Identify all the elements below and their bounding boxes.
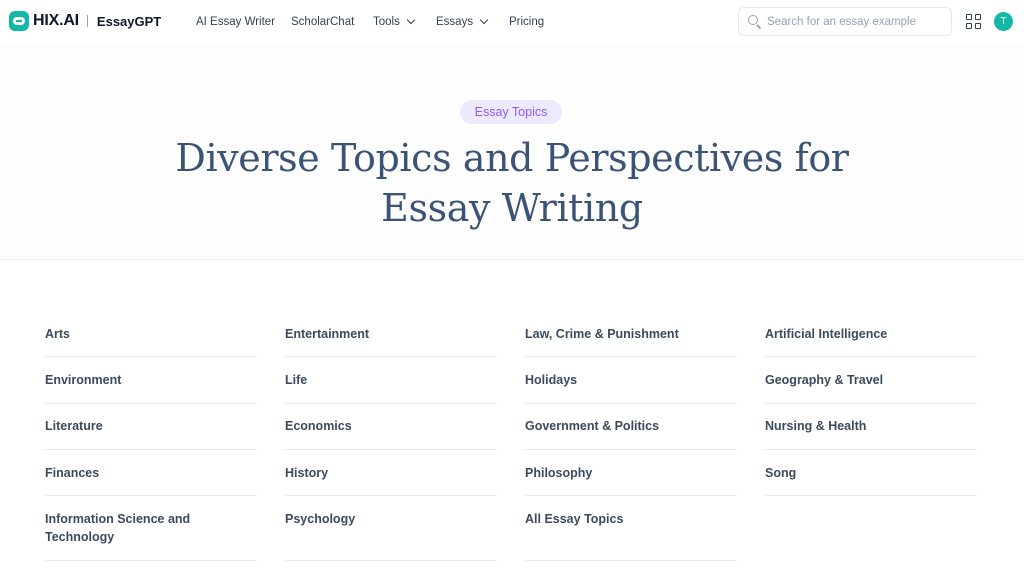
- topic-link-government-politics[interactable]: Government & Politics: [525, 417, 737, 450]
- brand-logo[interactable]: HIX.AI EssayGPT: [9, 11, 161, 31]
- nav-dropdown-tools-label: Tools: [373, 16, 400, 28]
- hix-logo-icon: [9, 11, 29, 31]
- hero-section: Essay Topics Diverse Topics and Perspect…: [0, 44, 1024, 260]
- topic-link-geography-travel[interactable]: Geography & Travel: [765, 371, 977, 404]
- page-title-line-1: Diverse Topics and Perspectives for: [175, 136, 849, 180]
- brand-name: HIX.AI: [33, 12, 79, 29]
- topic-link-literature[interactable]: Literature: [45, 417, 257, 450]
- search-box[interactable]: [738, 7, 952, 36]
- nav-link-ai-essay-writer[interactable]: AI Essay Writer: [196, 14, 275, 30]
- topic-link-arts[interactable]: Arts: [45, 325, 257, 357]
- topic-link-entertainment[interactable]: Entertainment: [285, 325, 497, 357]
- nav-dropdown-essays-label: Essays: [436, 16, 474, 28]
- topic-link-information-science[interactable]: Information Science and Technology: [45, 510, 257, 561]
- topic-link-all-essay-topics[interactable]: All Essay Topics: [525, 510, 737, 561]
- page-title: Diverse Topics and Perspectives for Essa…: [112, 133, 912, 233]
- topic-link-nursing-health[interactable]: Nursing & Health: [765, 417, 977, 450]
- topic-link-psychology[interactable]: Psychology: [285, 510, 497, 561]
- topic-link-holidays[interactable]: Holidays: [525, 371, 737, 404]
- brand-divider: [86, 15, 88, 27]
- nav-link-scholarchat[interactable]: ScholarChat: [291, 14, 354, 30]
- chevron-down-icon: [479, 15, 489, 25]
- topic-link-life[interactable]: Life: [285, 371, 497, 404]
- topic-link-environment[interactable]: Environment: [45, 371, 257, 404]
- topic-link-economics[interactable]: Economics: [285, 417, 497, 450]
- nav-link-pricing[interactable]: Pricing: [509, 14, 544, 30]
- nav-dropdown-essays[interactable]: Essays: [436, 14, 489, 30]
- topic-link-law-crime-punishment[interactable]: Law, Crime & Punishment: [525, 325, 737, 357]
- top-navigation-bar: HIX.AI EssayGPT AI Essay Writer ScholarC…: [0, 0, 1024, 44]
- search-icon: [748, 15, 762, 29]
- apps-grid-icon[interactable]: [966, 14, 981, 29]
- nav-dropdown-tools[interactable]: Tools: [373, 14, 416, 30]
- search-input[interactable]: [767, 15, 947, 28]
- topic-link-song[interactable]: Song: [765, 464, 977, 496]
- essay-topics-badge: Essay Topics: [460, 100, 562, 124]
- topic-link-artificial-intelligence[interactable]: Artificial Intelligence: [765, 325, 977, 357]
- page-title-line-2: Essay Writing: [381, 186, 643, 230]
- topic-link-philosophy[interactable]: Philosophy: [525, 464, 737, 496]
- topic-link-history[interactable]: History: [285, 464, 497, 496]
- topic-link-finances[interactable]: Finances: [45, 464, 257, 496]
- user-avatar[interactable]: T: [994, 12, 1013, 31]
- product-name: EssayGPT: [96, 13, 162, 29]
- chevron-down-icon: [406, 15, 416, 25]
